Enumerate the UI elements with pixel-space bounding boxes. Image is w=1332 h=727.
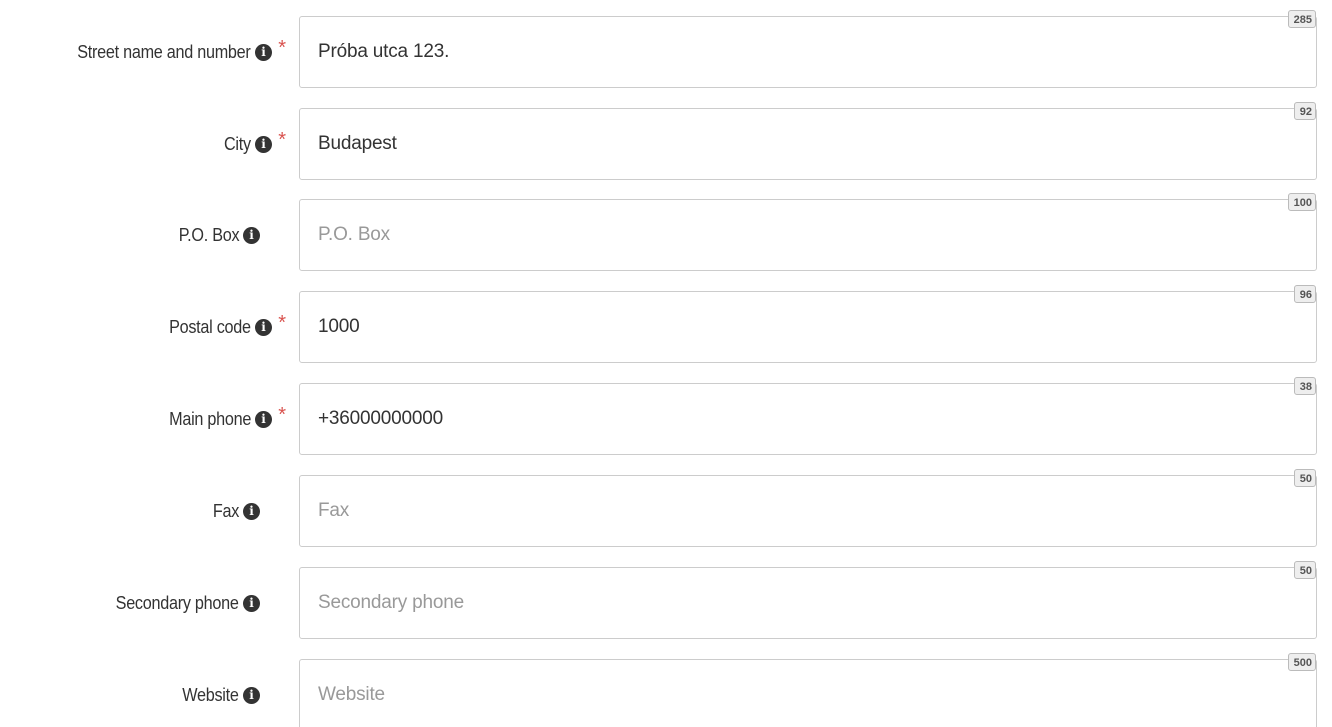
main-phone-input[interactable] [300, 384, 1316, 454]
info-circle-icon[interactable]: i [243, 594, 260, 612]
city-field: 92 [299, 102, 1317, 180]
char-counter: 50 [1293, 561, 1316, 579]
po-box-input[interactable] [300, 200, 1316, 270]
city-input[interactable] [300, 109, 1316, 179]
info-circle-icon[interactable]: i [243, 686, 260, 704]
street-input[interactable] [300, 17, 1316, 87]
street-field: 285 [299, 10, 1317, 88]
field-label-group: Main phone i * [160, 383, 286, 455]
main-phone-field: 38 [299, 377, 1317, 455]
secondary-phone-field: 50 [299, 561, 1317, 639]
field-label-group: Website i [176, 659, 260, 727]
form-row-postal-code: Postal code i * 96 [0, 285, 1332, 363]
field-label-group: City i * [221, 108, 286, 180]
field-label-group: Secondary phone i [102, 567, 260, 639]
form-row-secondary-phone: Secondary phone i 50 [0, 561, 1332, 639]
info-circle-icon[interactable]: i [243, 226, 260, 244]
field-label: Main phone [169, 408, 251, 429]
form-row-website: Website i 500 [0, 653, 1332, 727]
secondary-phone-input[interactable] [300, 568, 1316, 638]
char-counter: 38 [1293, 377, 1316, 395]
field-label: City [224, 133, 251, 154]
char-counter: 50 [1293, 469, 1316, 487]
form-row-city: City i * 92 [0, 102, 1332, 180]
field-label: Website [182, 684, 240, 705]
field-label: Postal code [169, 316, 251, 337]
char-counter: 500 [1287, 653, 1316, 671]
required-asterisk: * [278, 404, 286, 426]
po-box-field: 100 [299, 193, 1317, 271]
form-row-po-box: P.O. Box i 100 [0, 193, 1332, 271]
fax-field: 50 [299, 469, 1317, 547]
required-asterisk: * [278, 129, 286, 151]
info-circle-icon[interactable]: i [255, 135, 272, 153]
required-asterisk: * [278, 37, 286, 59]
form-row-main-phone: Main phone i * 38 [0, 377, 1332, 455]
website-field: 500 [299, 653, 1317, 727]
info-circle-icon[interactable]: i [255, 43, 272, 61]
char-counter: 100 [1287, 193, 1316, 211]
website-input[interactable] [300, 660, 1316, 727]
postal-code-field: 96 [299, 285, 1317, 363]
field-label: Fax [212, 500, 239, 521]
form-row-street: Street name and number i * 285 [0, 10, 1332, 88]
fax-input[interactable] [300, 476, 1316, 546]
field-label-group: Street name and number i * [58, 16, 286, 88]
required-asterisk: * [278, 312, 286, 334]
field-label: Secondary phone [116, 592, 239, 613]
char-counter: 96 [1293, 285, 1316, 303]
postal-code-input[interactable] [300, 292, 1316, 362]
field-label: P.O. Box [178, 224, 239, 245]
field-label-group: Fax i [210, 475, 260, 547]
info-circle-icon[interactable]: i [255, 318, 272, 336]
char-counter: 285 [1287, 10, 1316, 28]
info-circle-icon[interactable]: i [243, 502, 260, 520]
info-circle-icon[interactable]: i [255, 410, 272, 428]
field-label: Street name and number [77, 41, 252, 62]
char-counter: 92 [1293, 102, 1316, 120]
form-row-fax: Fax i 50 [0, 469, 1332, 547]
field-label-group: Postal code i * [160, 291, 286, 363]
field-label-group: P.O. Box i [172, 199, 260, 271]
